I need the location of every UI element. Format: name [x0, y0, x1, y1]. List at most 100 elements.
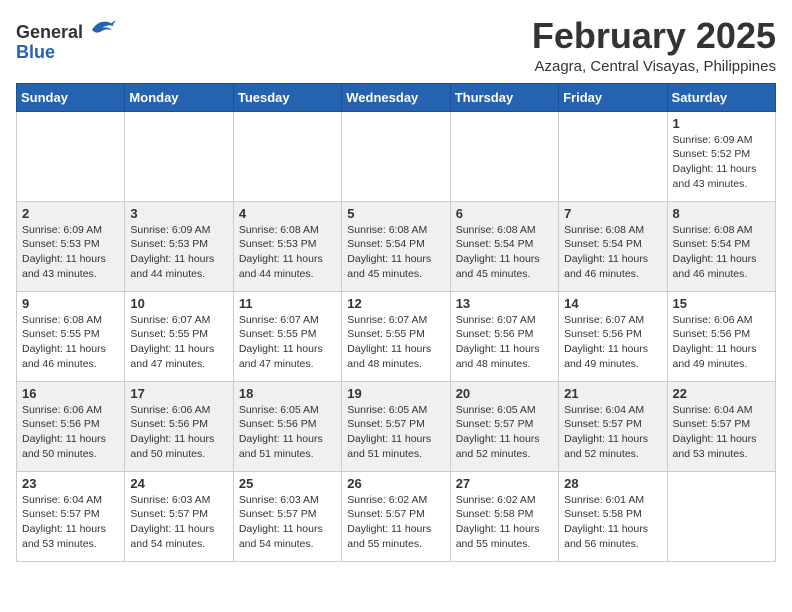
- calendar-cell: 14 Sunrise: 6:07 AM Sunset: 5:56 PM Dayli…: [559, 291, 667, 381]
- day-info: Sunrise: 6:05 AM Sunset: 5:57 PM Dayligh…: [347, 403, 444, 462]
- day-info: Sunrise: 6:02 AM Sunset: 5:57 PM Dayligh…: [347, 493, 444, 552]
- day-number: 17: [130, 386, 227, 401]
- day-info: Sunrise: 6:04 AM Sunset: 5:57 PM Dayligh…: [22, 493, 119, 552]
- calendar-week-row: 23 Sunrise: 6:04 AM Sunset: 5:57 PM Dayli…: [17, 471, 776, 561]
- day-number: 6: [456, 206, 553, 221]
- day-info: Sunrise: 6:08 AM Sunset: 5:53 PM Dayligh…: [239, 223, 336, 282]
- day-info: Sunrise: 6:07 AM Sunset: 5:55 PM Dayligh…: [347, 313, 444, 372]
- calendar-cell: 26Sunrise: 6:02 AM Sunset: 5:57 PM Dayli…: [342, 471, 450, 561]
- day-info: Sunrise: 6:07 AM Sunset: 5:55 PM Dayligh…: [239, 313, 336, 372]
- calendar-cell: 19 Sunrise: 6:05 AM Sunset: 5:57 PM Dayli…: [342, 381, 450, 471]
- day-number: 24: [130, 476, 227, 491]
- calendar-week-row: 9 Sunrise: 6:08 AM Sunset: 5:55 PM Daylig…: [17, 291, 776, 381]
- calendar-cell: 22 Sunrise: 6:04 AM Sunset: 5:57 PM Dayli…: [667, 381, 775, 471]
- calendar-cell: 12 Sunrise: 6:07 AM Sunset: 5:55 PM Dayli…: [342, 291, 450, 381]
- day-info: Sunrise: 6:07 AM Sunset: 5:56 PM Dayligh…: [564, 313, 661, 372]
- day-info: Sunrise: 6:03 AM Sunset: 5:57 PM Dayligh…: [239, 493, 336, 552]
- day-info: Sunrise: 6:06 AM Sunset: 5:56 PM Dayligh…: [130, 403, 227, 462]
- day-info: Sunrise: 6:08 AM Sunset: 5:55 PM Dayligh…: [22, 313, 119, 372]
- day-number: 20: [456, 386, 553, 401]
- title-block: February 2025 Azagra, Central Visayas, P…: [532, 16, 776, 75]
- calendar-week-row: 2 Sunrise: 6:09 AM Sunset: 5:53 PM Daylig…: [17, 201, 776, 291]
- calendar-cell: [125, 111, 233, 201]
- day-info: Sunrise: 6:04 AM Sunset: 5:57 PM Dayligh…: [564, 403, 661, 462]
- weekday-header-monday: Monday: [125, 83, 233, 111]
- title-location: Azagra, Central Visayas, Philippines: [532, 58, 776, 75]
- day-info: Sunrise: 6:09 AM Sunset: 5:53 PM Dayligh…: [22, 223, 119, 282]
- day-info: Sunrise: 6:08 AM Sunset: 5:54 PM Dayligh…: [456, 223, 553, 282]
- logo-text: General Blue: [16, 16, 116, 63]
- day-number: 16: [22, 386, 119, 401]
- calendar-week-row: 1 Sunrise: 6:09 AM Sunset: 5:52 PM Daylig…: [17, 111, 776, 201]
- calendar-cell: 21 Sunrise: 6:04 AM Sunset: 5:57 PM Dayli…: [559, 381, 667, 471]
- day-info: Sunrise: 6:09 AM Sunset: 5:53 PM Dayligh…: [130, 223, 227, 282]
- day-info: Sunrise: 6:09 AM Sunset: 5:52 PM Dayligh…: [673, 133, 770, 192]
- calendar-cell: 11Sunrise: 6:07 AM Sunset: 5:55 PM Dayli…: [233, 291, 341, 381]
- day-number: 3: [130, 206, 227, 221]
- calendar-cell: 28Sunrise: 6:01 AM Sunset: 5:58 PM Dayli…: [559, 471, 667, 561]
- day-number: 10: [130, 296, 227, 311]
- day-info: Sunrise: 6:08 AM Sunset: 5:54 PM Dayligh…: [347, 223, 444, 282]
- logo-general: General: [16, 22, 83, 42]
- calendar-cell: 13 Sunrise: 6:07 AM Sunset: 5:56 PM Dayli…: [450, 291, 558, 381]
- day-info: Sunrise: 6:07 AM Sunset: 5:56 PM Dayligh…: [456, 313, 553, 372]
- calendar-cell: 8Sunrise: 6:08 AM Sunset: 5:54 PM Daylig…: [667, 201, 775, 291]
- calendar-cell: 27Sunrise: 6:02 AM Sunset: 5:58 PM Dayli…: [450, 471, 558, 561]
- calendar-cell: [559, 111, 667, 201]
- day-info: Sunrise: 6:01 AM Sunset: 5:58 PM Dayligh…: [564, 493, 661, 552]
- day-info: Sunrise: 6:06 AM Sunset: 5:56 PM Dayligh…: [22, 403, 119, 462]
- day-info: Sunrise: 6:07 AM Sunset: 5:55 PM Dayligh…: [130, 313, 227, 372]
- page-header: General Blue February 2025 Azagra, Centr…: [16, 16, 776, 75]
- day-number: 22: [673, 386, 770, 401]
- calendar-cell: 6 Sunrise: 6:08 AM Sunset: 5:54 PM Daylig…: [450, 201, 558, 291]
- calendar-cell: [17, 111, 125, 201]
- day-number: 15: [673, 296, 770, 311]
- calendar-cell: 23 Sunrise: 6:04 AM Sunset: 5:57 PM Dayli…: [17, 471, 125, 561]
- day-info: Sunrise: 6:03 AM Sunset: 5:57 PM Dayligh…: [130, 493, 227, 552]
- day-info: Sunrise: 6:08 AM Sunset: 5:54 PM Dayligh…: [564, 223, 661, 282]
- weekday-header-friday: Friday: [559, 83, 667, 111]
- logo-blue: Blue: [16, 42, 55, 62]
- day-number: 23: [22, 476, 119, 491]
- calendar-cell: 9 Sunrise: 6:08 AM Sunset: 5:55 PM Daylig…: [17, 291, 125, 381]
- calendar-cell: [342, 111, 450, 201]
- weekday-header-sunday: Sunday: [17, 83, 125, 111]
- calendar-cell: [667, 471, 775, 561]
- weekday-header-tuesday: Tuesday: [233, 83, 341, 111]
- day-number: 12: [347, 296, 444, 311]
- day-number: 1: [673, 116, 770, 131]
- day-info: Sunrise: 6:05 AM Sunset: 5:57 PM Dayligh…: [456, 403, 553, 462]
- day-number: 9: [22, 296, 119, 311]
- calendar-cell: 24 Sunrise: 6:03 AM Sunset: 5:57 PM Dayli…: [125, 471, 233, 561]
- calendar-week-row: 16 Sunrise: 6:06 AM Sunset: 5:56 PM Dayli…: [17, 381, 776, 471]
- day-info: Sunrise: 6:05 AM Sunset: 5:56 PM Dayligh…: [239, 403, 336, 462]
- weekday-header-thursday: Thursday: [450, 83, 558, 111]
- calendar-cell: 1 Sunrise: 6:09 AM Sunset: 5:52 PM Daylig…: [667, 111, 775, 201]
- calendar-cell: [233, 111, 341, 201]
- calendar-cell: 3 Sunrise: 6:09 AM Sunset: 5:53 PM Daylig…: [125, 201, 233, 291]
- calendar-cell: 4 Sunrise: 6:08 AM Sunset: 5:53 PM Daylig…: [233, 201, 341, 291]
- calendar-cell: 18 Sunrise: 6:05 AM Sunset: 5:56 PM Dayli…: [233, 381, 341, 471]
- day-number: 21: [564, 386, 661, 401]
- calendar-cell: 2 Sunrise: 6:09 AM Sunset: 5:53 PM Daylig…: [17, 201, 125, 291]
- weekday-header-saturday: Saturday: [667, 83, 775, 111]
- day-number: 8: [673, 206, 770, 221]
- day-number: 2: [22, 206, 119, 221]
- day-number: 18: [239, 386, 336, 401]
- calendar-cell: 20 Sunrise: 6:05 AM Sunset: 5:57 PM Dayli…: [450, 381, 558, 471]
- day-number: 13: [456, 296, 553, 311]
- day-info: Sunrise: 6:04 AM Sunset: 5:57 PM Dayligh…: [673, 403, 770, 462]
- day-number: 7: [564, 206, 661, 221]
- day-number: 25: [239, 476, 336, 491]
- day-number: 27: [456, 476, 553, 491]
- title-month-year: February 2025: [532, 16, 776, 56]
- day-number: 14: [564, 296, 661, 311]
- calendar-cell: 5Sunrise: 6:08 AM Sunset: 5:54 PM Daylig…: [342, 201, 450, 291]
- logo-bird-icon: [88, 16, 116, 38]
- calendar-cell: 10 Sunrise: 6:07 AM Sunset: 5:55 PM Dayli…: [125, 291, 233, 381]
- calendar-table: SundayMondayTuesdayWednesdayThursdayFrid…: [16, 83, 776, 562]
- weekday-header-row: SundayMondayTuesdayWednesdayThursdayFrid…: [17, 83, 776, 111]
- calendar-cell: [450, 111, 558, 201]
- day-number: 4: [239, 206, 336, 221]
- day-number: 19: [347, 386, 444, 401]
